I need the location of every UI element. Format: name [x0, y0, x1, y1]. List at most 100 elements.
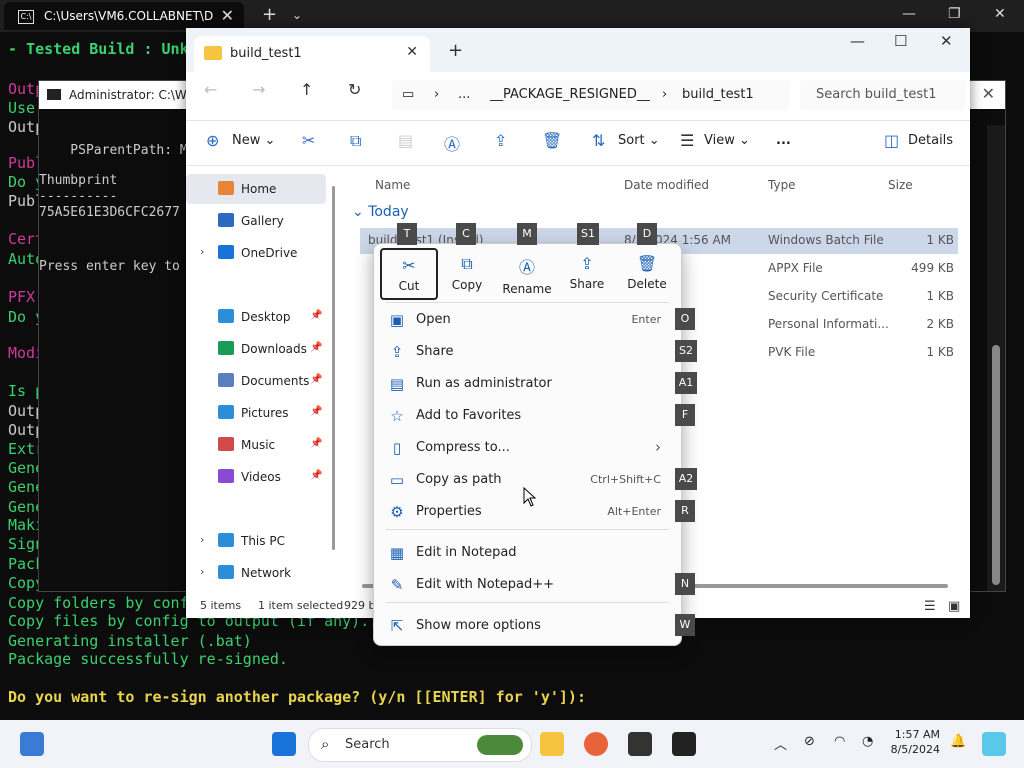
taskbar-search[interactable]: ⌕ Search: [308, 728, 532, 762]
view-button[interactable]: View ⌄: [704, 133, 750, 148]
rename-icon[interactable]: Ⓐ: [444, 131, 460, 155]
view-icon[interactable]: ☰: [680, 131, 694, 150]
breadcrumb-item[interactable]: __PACKAGE_RESIGNED__: [490, 87, 650, 102]
sort-button[interactable]: Sort ⌄: [618, 133, 660, 148]
new-button[interactable]: New ⌄: [232, 133, 275, 148]
keytip: A2: [675, 468, 697, 490]
copy-icon[interactable]: ⧉: [350, 131, 361, 151]
up-button[interactable]: ↑: [300, 80, 313, 99]
chevron-right-icon[interactable]: ›: [200, 533, 204, 546]
menu-item-compress-to[interactable]: ▯ Compress to... ›: [378, 433, 677, 463]
menu-item-edit-in-notepad[interactable]: ▦ Edit in Notepad: [378, 538, 677, 568]
chevron-up-icon[interactable]: ︿: [774, 734, 787, 753]
sidebar-item-this-pc[interactable]: › This PC: [186, 526, 326, 556]
sort-icon[interactable]: ⇅: [592, 131, 605, 150]
menu-item-label: Add to Favorites: [416, 408, 522, 423]
scrollbar-thumb[interactable]: [992, 345, 1000, 585]
terminal-tab[interactable]: C:\ C:\Users\VM6.COLLABNET\Dc ✕: [4, 2, 244, 30]
rename-button[interactable]: Ⓐ Rename: [500, 248, 554, 296]
sidebar-item-onedrive[interactable]: › OneDrive: [186, 238, 326, 268]
sidebar-item-home[interactable]: Home: [186, 174, 326, 204]
sidebar-item-music[interactable]: Music 📌: [186, 430, 326, 460]
sidebar-item-downloads[interactable]: Downloads 📌: [186, 334, 326, 364]
menu-item-show-more-options[interactable]: ⇱ Show more options: [378, 611, 677, 641]
divider: [386, 602, 669, 603]
back-button[interactable]: ←: [204, 80, 217, 99]
tiles-view-icon[interactable]: ▣: [948, 599, 960, 614]
chevron-down-icon[interactable]: ⌄: [292, 8, 302, 22]
chevron-right-icon[interactable]: ›: [200, 565, 204, 578]
breadcrumb[interactable]: ▭ › ... __PACKAGE_RESIGNED__ › build_tes…: [392, 80, 790, 110]
breadcrumb-overflow[interactable]: ...: [458, 87, 470, 102]
details-view-icon[interactable]: ☰: [924, 599, 936, 614]
widgets-icon[interactable]: [20, 732, 44, 756]
refresh-button[interactable]: ↻: [348, 80, 361, 99]
close-button[interactable]: ✕: [994, 6, 1006, 22]
minimize-button[interactable]: —: [902, 6, 916, 22]
scrollbar[interactable]: [332, 186, 335, 550]
copy-button[interactable]: ⧉ Copy: [440, 248, 494, 296]
menu-item-open[interactable]: ▣ Open Enter: [378, 305, 677, 335]
network-off-icon[interactable]: ⊘: [804, 734, 815, 749]
sidebar-item-pictures[interactable]: Pictures 📌: [186, 398, 326, 428]
file-explorer-icon[interactable]: [540, 732, 564, 756]
menu-item-label: Share: [416, 344, 454, 359]
menu-item-run-as-administrator[interactable]: ▤ Run as administrator: [378, 369, 677, 399]
column-size[interactable]: Size: [888, 178, 913, 192]
sidebar-item-gallery[interactable]: Gallery: [186, 206, 326, 236]
chevron-right-icon: ›: [662, 87, 668, 102]
clock[interactable]: 1:57 AM 8/5/2024: [890, 728, 940, 756]
sidebar-item-desktop[interactable]: Desktop 📌: [186, 302, 326, 332]
cut-button[interactable]: ✂ Cut: [380, 248, 438, 300]
close-icon[interactable]: ✕: [406, 44, 418, 60]
more-button[interactable]: ...: [776, 133, 791, 148]
chevron-right-icon[interactable]: ›: [200, 245, 204, 258]
start-button[interactable]: [272, 732, 296, 756]
column-type[interactable]: Type: [768, 178, 796, 192]
menu-item-edit-with-notepad[interactable]: ✎ Edit with Notepad++: [378, 570, 677, 600]
copilot-icon[interactable]: [982, 732, 1006, 756]
group-header[interactable]: ⌄ Today: [352, 204, 409, 220]
home-icon: [218, 181, 234, 195]
terminal-icon[interactable]: [628, 732, 652, 756]
more-options-icon: ⇱: [390, 617, 404, 635]
menu-item-label: Run as administrator: [416, 376, 552, 391]
details-button[interactable]: Details: [908, 133, 953, 148]
notification-bell-icon[interactable]: 🔔: [950, 734, 966, 749]
search-input[interactable]: Search build_test1: [800, 80, 966, 110]
share-icon[interactable]: ⇪: [494, 131, 507, 150]
close-icon[interactable]: ✕: [221, 6, 234, 25]
chevron-right-icon: ›: [434, 87, 440, 102]
menu-item-share[interactable]: ⇪ Share: [378, 337, 677, 367]
display-icon[interactable]: ◔: [862, 734, 873, 749]
pin-icon: 📌: [310, 342, 323, 353]
sidebar-item-label: Downloads: [241, 342, 307, 356]
column-name[interactable]: Name: [375, 178, 410, 192]
minimize-button[interactable]: —: [850, 32, 865, 50]
forward-button[interactable]: →: [252, 80, 265, 99]
sidebar-item-videos[interactable]: Videos 📌: [186, 462, 326, 492]
scrollbar[interactable]: [987, 125, 1005, 591]
delete-button[interactable]: 🗑 Delete: [620, 248, 674, 296]
close-icon[interactable]: ✕: [982, 84, 995, 103]
menu-item-add-to-favorites[interactable]: ☆ Add to Favorites: [378, 401, 677, 431]
wifi-icon[interactable]: ◠: [834, 734, 845, 749]
new-tab-button[interactable]: +: [262, 4, 277, 25]
plus-circle-icon[interactable]: ⊕: [206, 131, 219, 150]
breadcrumb-item[interactable]: build_test1: [682, 87, 754, 102]
new-tab-button[interactable]: +: [448, 40, 463, 61]
paste-icon[interactable]: ▤: [398, 131, 413, 150]
firefox-icon[interactable]: [584, 732, 608, 756]
restore-button[interactable]: ❐: [948, 6, 961, 22]
share-button[interactable]: ⇪ Share: [560, 248, 614, 296]
cut-icon[interactable]: ✂: [302, 131, 315, 150]
close-button[interactable]: ✕: [940, 32, 953, 50]
explorer-tab[interactable]: build_test1 ✕: [194, 36, 430, 72]
sidebar-item-network[interactable]: › Network: [186, 558, 326, 588]
sidebar-item-documents[interactable]: Documents 📌: [186, 366, 326, 396]
delete-icon[interactable]: 🗑: [542, 131, 562, 150]
column-date-modified[interactable]: Date modified: [624, 178, 709, 192]
details-icon[interactable]: ◫: [884, 131, 899, 150]
console-icon[interactable]: [672, 732, 696, 756]
maximize-button[interactable]: ☐: [894, 32, 907, 50]
